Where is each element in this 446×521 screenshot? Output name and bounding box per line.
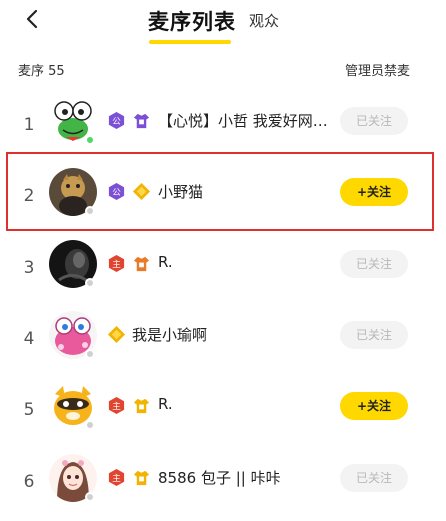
mic-count: 麦序 55 [18, 60, 65, 79]
host-badge-icon: 主 [107, 468, 126, 487]
username: R. [158, 253, 173, 271]
online-status-dot [85, 492, 95, 502]
host-badge-text: 主 [112, 472, 121, 484]
vip-shirt-badge-icon [132, 254, 151, 273]
mic-count-row: 麦序 55 管理员禁麦 [0, 60, 446, 80]
official-badge-text: 公 [112, 117, 121, 127]
badge-group: 主 [107, 254, 151, 273]
online-status-dot [85, 135, 95, 145]
mic-list-row[interactable]: 6 主 8586 包子 || 咔咔 已关注 [0, 454, 446, 514]
host-badge-text: 主 [112, 400, 121, 412]
mic-count-value: 55 [48, 64, 65, 79]
admin-mute-label[interactable]: 管理员禁麦 [345, 60, 410, 79]
gold-level-badge-icon [107, 325, 126, 344]
followed-button[interactable]: 已关注 [340, 250, 408, 278]
mic-list-row[interactable]: 5 主 R. +关注 [0, 382, 446, 442]
followed-button[interactable]: 已关注 [340, 321, 408, 349]
active-tab-indicator [149, 40, 231, 44]
mic-count-label: 麦序 [18, 64, 45, 79]
top-bar: 麦序列表 观众 [0, 0, 446, 46]
vip-shirt-badge-icon [132, 111, 151, 130]
tab-mic-list[interactable]: 麦序列表 [148, 6, 236, 36]
mic-list-row[interactable]: 4 我是小瑜啊 已关注 [0, 311, 446, 371]
row-index: 5 [23, 400, 35, 420]
username: 8586 包子 || 咔咔 [158, 469, 281, 487]
mic-list-row[interactable]: 1 公 【心悦】小哲 我爱好网… 已关注 [0, 97, 446, 157]
badge-group [107, 325, 126, 344]
mic-list-row[interactable]: 3 主 R. 已关注 [0, 240, 446, 300]
highlight-box [6, 152, 434, 231]
host-badge-text: 主 [112, 258, 121, 270]
username: 【心悦】小哲 我爱好网… [158, 112, 328, 130]
row-index: 6 [23, 472, 35, 492]
row-index: 1 [23, 115, 35, 135]
official-badge-icon: 公 [107, 111, 126, 130]
back-arrow-icon[interactable] [22, 8, 44, 30]
row-index: 3 [23, 258, 35, 278]
badge-group: 主 [107, 468, 151, 487]
follow-button[interactable]: +关注 [340, 392, 408, 420]
tab-audience[interactable]: 观众 [249, 10, 279, 31]
username: R. [158, 395, 173, 413]
vip-shirt-badge-icon [132, 396, 151, 415]
row-index: 4 [23, 329, 35, 349]
followed-button[interactable]: 已关注 [340, 464, 408, 492]
vip-shirt-badge-icon [132, 468, 151, 487]
host-badge-icon: 主 [107, 254, 126, 273]
host-badge-icon: 主 [107, 396, 126, 415]
badge-group: 公 [107, 111, 151, 130]
badge-group: 主 [107, 396, 151, 415]
online-status-dot [85, 420, 95, 430]
online-status-dot [85, 349, 95, 359]
username: 我是小瑜啊 [132, 326, 208, 344]
online-status-dot [85, 278, 95, 288]
followed-button[interactable]: 已关注 [340, 107, 408, 135]
